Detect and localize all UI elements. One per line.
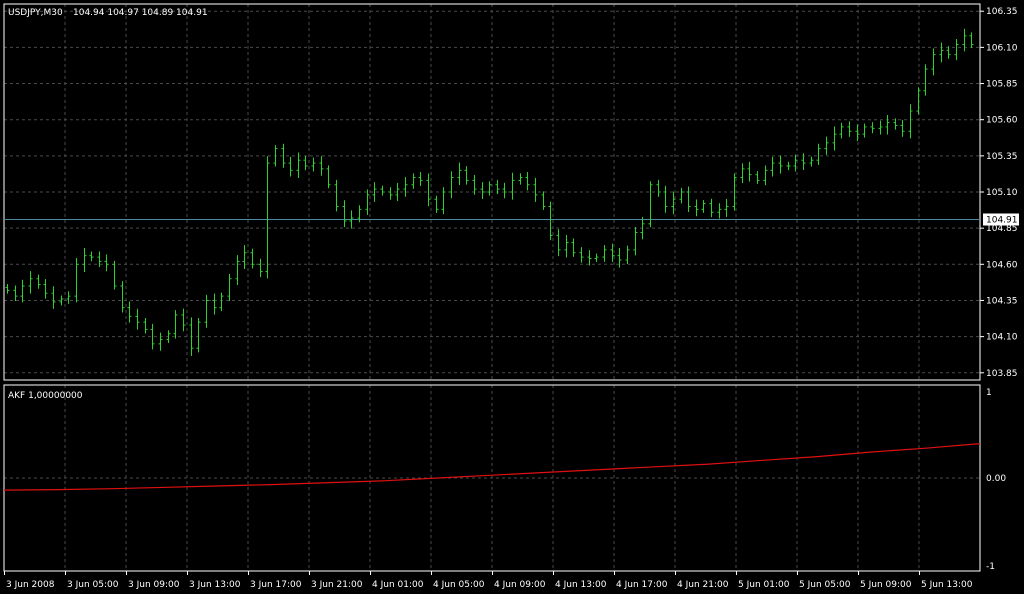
time-tick-label: 5 Jun 01:00 xyxy=(738,580,790,590)
indicator-tick-label: -1 xyxy=(986,562,995,572)
time-tick-label: 5 Jun 05:00 xyxy=(799,580,851,590)
price-tick-label: 104.60 xyxy=(986,260,1018,270)
price-tick-label: 104.85 xyxy=(986,224,1018,234)
indicator-tick-label: 1 xyxy=(986,388,992,398)
time-tick-label: 4 Jun 09:00 xyxy=(494,580,546,590)
indicator-tick-label: 0.00 xyxy=(986,474,1006,484)
time-tick-label: 3 Jun 13:00 xyxy=(189,580,241,590)
ohlc-values: 104.94 104.97 104.89 104.91 xyxy=(73,8,208,18)
time-tick-label: 3 Jun 21:00 xyxy=(311,580,363,590)
price-tick-label: 105.35 xyxy=(986,152,1018,162)
time-tick-label: 3 Jun 05:00 xyxy=(67,580,119,590)
time-tick-label: 5 Jun 09:00 xyxy=(860,580,912,590)
chart-background xyxy=(0,0,1024,594)
time-tick-label: 3 Jun 17:00 xyxy=(250,580,302,590)
time-tick-label: 4 Jun 21:00 xyxy=(677,580,729,590)
time-tick-label: 4 Jun 01:00 xyxy=(372,580,424,590)
price-tick-label: 105.85 xyxy=(986,80,1018,90)
trading-chart[interactable]: 106.35 106.10 105.85 105.60 105.35 105.10 104.… xyxy=(0,0,1024,594)
price-tick-label: 105.10 xyxy=(986,188,1018,198)
price-tick-label: 104.35 xyxy=(986,296,1018,306)
time-tick-label: 4 Jun 13:00 xyxy=(555,580,607,590)
price-tick-label: 106.10 xyxy=(986,43,1018,53)
time-tick-label: 4 Jun 05:00 xyxy=(433,580,485,590)
price-tick-label: 105.60 xyxy=(986,116,1018,126)
time-tick-label: 3 Jun 2008 xyxy=(6,580,55,590)
current-price-box: 104.91 xyxy=(983,213,1019,226)
current-price-label: 104.91 xyxy=(986,216,1018,226)
time-tick-label: 5 Jun 13:00 xyxy=(921,580,973,590)
symbol-timeframe: USDJPY,M30 xyxy=(8,8,63,18)
indicator-label: AKF 1,00000000 xyxy=(8,391,83,401)
price-tick-label: 106.35 xyxy=(986,7,1018,17)
time-tick-label: 3 Jun 09:00 xyxy=(128,580,180,590)
time-tick-label: 4 Jun 17:00 xyxy=(616,580,668,590)
price-tick-label: 104.10 xyxy=(986,333,1018,343)
price-tick-label: 103.85 xyxy=(986,369,1018,379)
